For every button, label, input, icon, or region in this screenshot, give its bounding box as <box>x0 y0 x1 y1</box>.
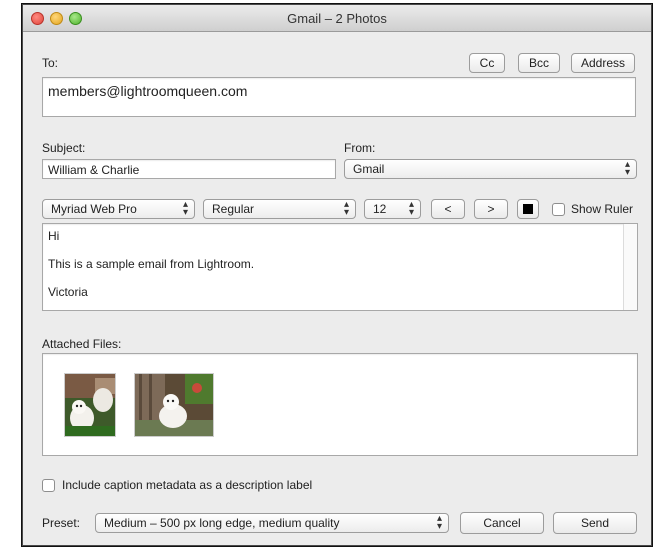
cc-button[interactable]: Cc <box>469 53 505 73</box>
message-body[interactable]: Hi This is a sample email from Lightroom… <box>42 223 638 311</box>
show-ruler-checkbox[interactable] <box>552 203 565 216</box>
dog-photo-icon <box>65 374 115 436</box>
address-button[interactable]: Address <box>571 53 635 73</box>
select-arrows-icon: ▴ ▾ <box>343 199 349 218</box>
message-scrollbar[interactable] <box>623 224 637 310</box>
attached-files-label: Attached Files: <box>42 337 122 351</box>
from-value: Gmail <box>353 162 385 176</box>
select-arrows-icon: ▴ ▾ <box>624 159 630 178</box>
select-arrows-icon: ▴ ▾ <box>408 199 414 218</box>
font-size-value: 12 <box>373 202 387 216</box>
to-label: To: <box>42 56 59 70</box>
subject-label: Subject: <box>42 141 86 155</box>
to-field[interactable]: members@lightroomqueen.com <box>42 77 636 117</box>
bcc-button[interactable]: Bcc <box>518 53 560 73</box>
preset-value: Medium – 500 px long edge, medium qualit… <box>104 516 340 530</box>
subject-value: William & Charlie <box>48 163 140 177</box>
show-ruler-label: Show Ruler <box>571 202 634 216</box>
select-arrows-icon: ▴ ▾ <box>436 513 442 532</box>
cancel-button[interactable]: Cancel <box>460 512 544 534</box>
attachments-area <box>42 353 638 456</box>
font-style-value: Regular <box>212 202 255 216</box>
message-line-3: Victoria <box>48 285 88 299</box>
subject-field[interactable]: William & Charlie <box>42 159 336 179</box>
decrease-size-button[interactable]: < <box>431 199 465 219</box>
font-family-value: Myriad Web Pro <box>51 202 137 216</box>
from-select[interactable]: Gmail ▴ ▾ <box>344 159 637 179</box>
include-caption-checkbox[interactable] <box>42 479 55 492</box>
font-size-select[interactable]: 12 ▴ ▾ <box>364 199 421 219</box>
font-style-select[interactable]: Regular ▴ ▾ <box>203 199 356 219</box>
from-label: From: <box>344 141 376 155</box>
message-line-1: Hi <box>48 229 60 243</box>
increase-size-button[interactable]: > <box>474 199 508 219</box>
attachment-thumbnail-1[interactable] <box>64 373 116 437</box>
preset-select[interactable]: Medium – 500 px long edge, medium qualit… <box>95 513 449 533</box>
color-swatch-icon <box>523 204 533 214</box>
select-arrows-icon: ▴ ▾ <box>182 199 188 218</box>
send-button[interactable]: Send <box>553 512 637 534</box>
font-family-select[interactable]: Myriad Web Pro ▴ ▾ <box>42 199 195 219</box>
include-caption-label: Include caption metadata as a descriptio… <box>62 478 313 492</box>
preset-label: Preset: <box>42 516 81 530</box>
text-color-button[interactable] <box>517 199 539 219</box>
to-value: members@lightroomqueen.com <box>48 83 248 99</box>
title-bar[interactable]: Gmail – 2 Photos <box>23 5 651 32</box>
window-title: Gmail – 2 Photos <box>287 11 387 26</box>
dog-photo-icon <box>135 374 213 436</box>
gmail-compose-window: Gmail – 2 Photos To: Cc Bcc Address memb… <box>22 4 652 546</box>
attachment-thumbnail-2[interactable] <box>134 373 214 437</box>
message-line-2: This is a sample email from Lightroom. <box>48 257 255 271</box>
